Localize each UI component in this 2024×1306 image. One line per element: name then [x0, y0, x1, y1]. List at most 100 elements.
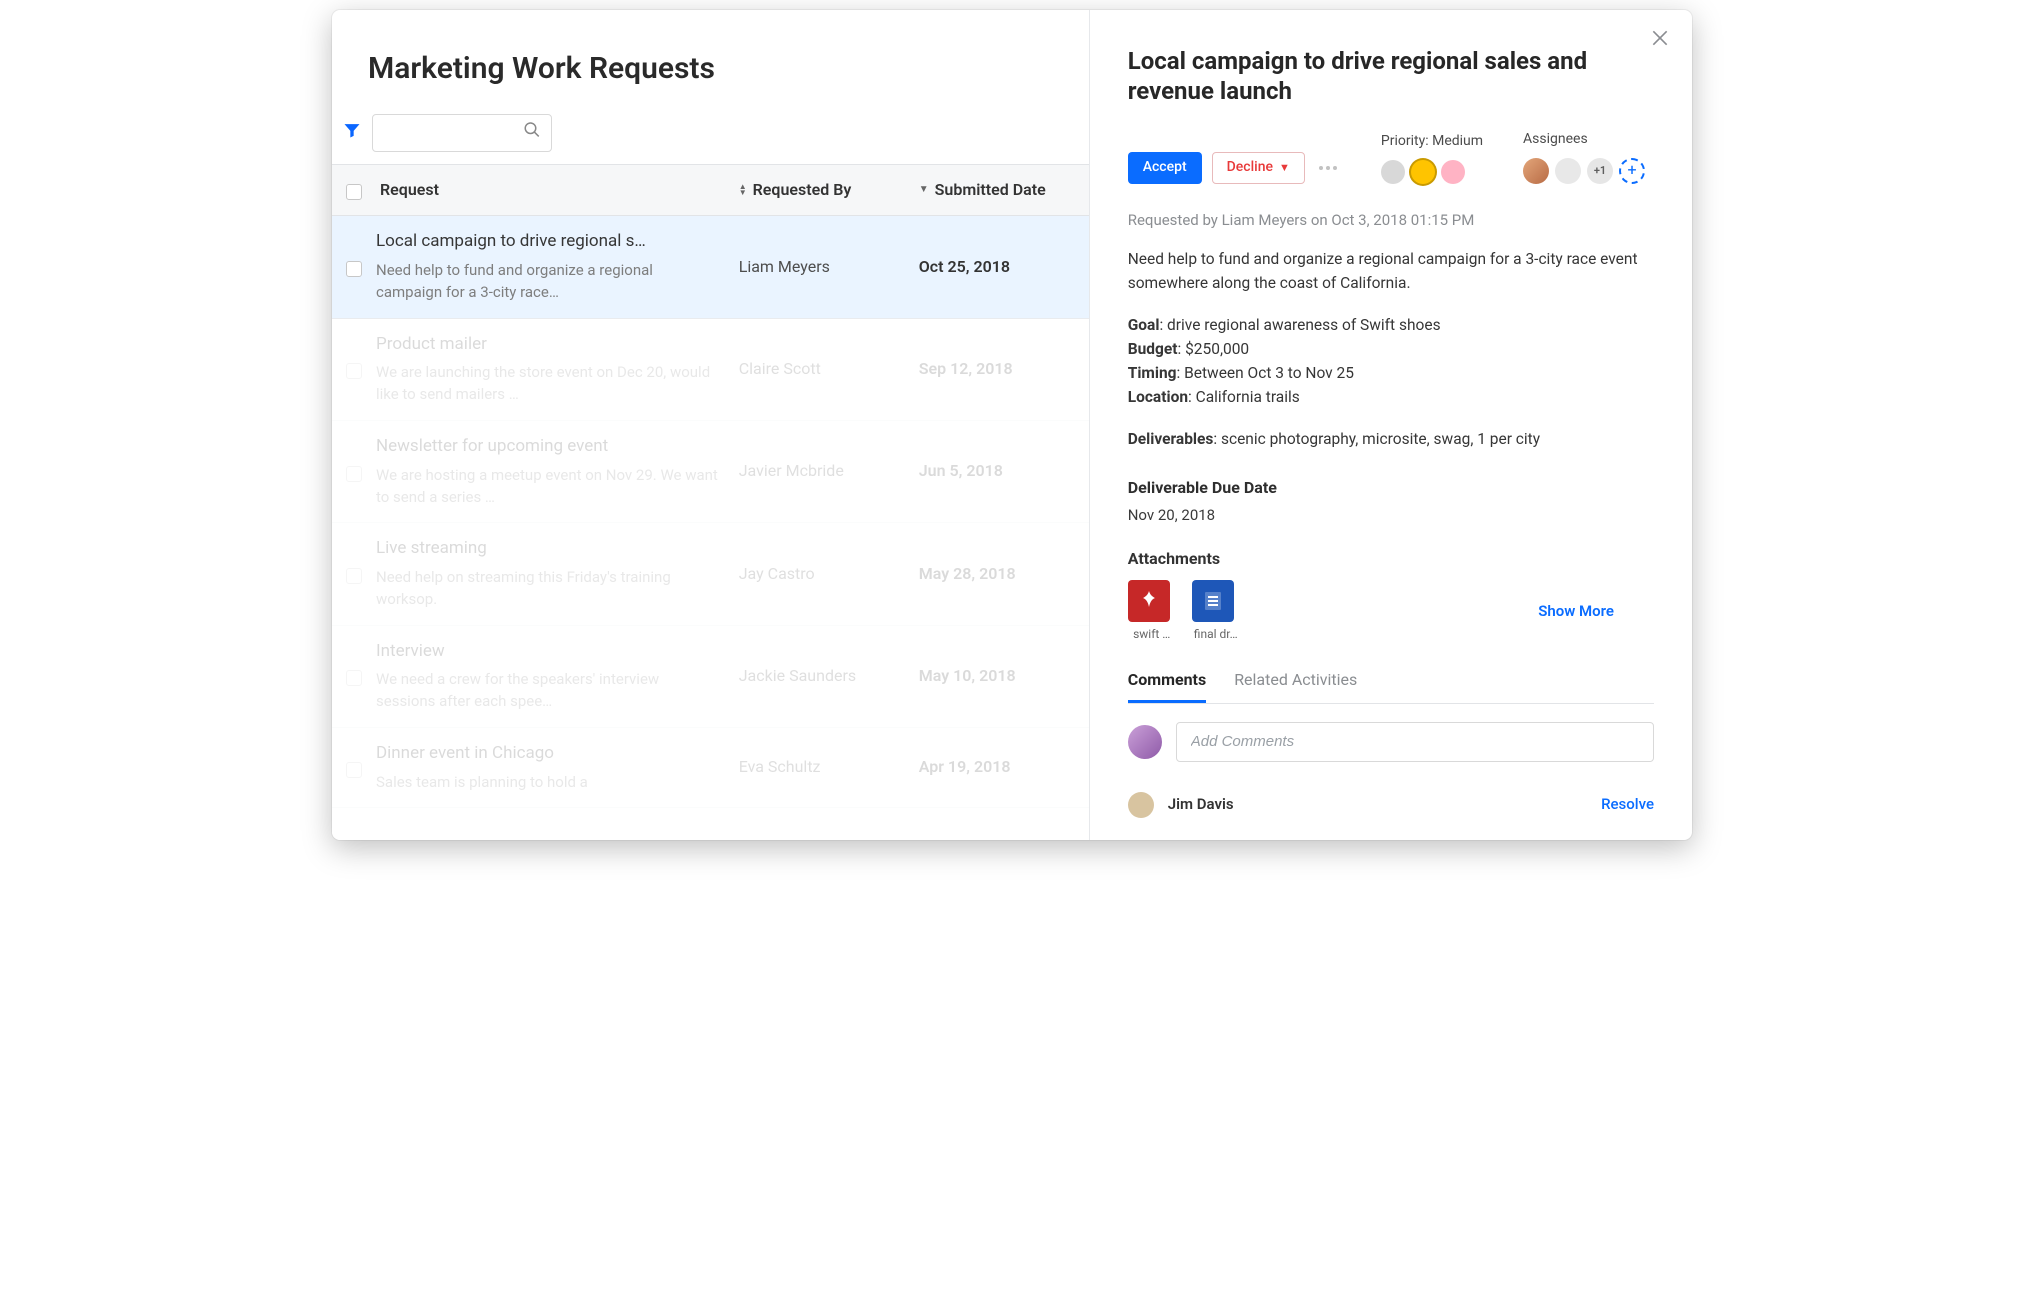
table-row[interactable]: Product mailer We are launching the stor… [332, 319, 1089, 421]
comment-input-row [1128, 722, 1654, 762]
close-icon[interactable] [1650, 28, 1670, 55]
more-icon[interactable] [1315, 166, 1341, 170]
goal-value: : drive regional awareness of Swift shoe… [1159, 316, 1440, 334]
budget-label: Budget [1128, 340, 1178, 358]
request-date: Sep 12, 2018 [919, 358, 1089, 380]
sort-desc-icon: ▼ [919, 187, 929, 193]
request-title: Local campaign to drive regional s… [376, 230, 719, 260]
column-requested-by-label: Requested By [753, 179, 852, 201]
show-more-link[interactable]: Show More [1538, 601, 1654, 622]
request-by: Jay Castro [739, 563, 919, 585]
requests-pane: Marketing Work Requests Request ▲▼ Reque… [332, 10, 1089, 840]
column-requested-by[interactable]: ▲▼ Requested By [739, 179, 919, 201]
attachments-row: swift … final dr… Show More [1128, 580, 1654, 643]
request-desc: Sales team is planning to hold a [376, 772, 719, 794]
column-request[interactable]: Request [376, 179, 739, 201]
request-by: Eva Schultz [739, 756, 919, 778]
request-date: May 10, 2018 [919, 665, 1089, 687]
request-desc: Need help to fund and organize a regiona… [376, 260, 719, 304]
location-value: : California trails [1188, 388, 1300, 406]
table-row[interactable]: Live streaming Need help on streaming th… [332, 523, 1089, 625]
select-all-checkbox[interactable] [346, 184, 362, 200]
priority-medium-icon[interactable] [1411, 160, 1435, 184]
attachments-label: Attachments [1128, 548, 1654, 570]
table-row[interactable]: Local campaign to drive regional s… Need… [332, 216, 1089, 318]
accept-button[interactable]: Accept [1128, 152, 1202, 184]
due-date-label: Deliverable Due Date [1128, 477, 1654, 499]
assignees-label: Assignees [1523, 130, 1645, 150]
word-icon [1192, 580, 1234, 622]
detail-tabs: Comments Related Activities [1128, 669, 1654, 703]
pdf-icon [1128, 580, 1170, 622]
row-checkbox[interactable] [346, 762, 362, 778]
resolve-link[interactable]: Resolve [1601, 794, 1654, 815]
detail-title: Local campaign to drive regional sales a… [1128, 46, 1654, 106]
attachment-item[interactable]: final dr… [1192, 580, 1240, 643]
avatar-overflow[interactable]: +1 [1587, 158, 1613, 184]
attachment-item[interactable]: swift … [1128, 580, 1176, 643]
request-date: May 28, 2018 [919, 563, 1089, 585]
avatar[interactable] [1523, 158, 1549, 184]
current-user-avatar [1128, 725, 1162, 759]
comment-thread: Jim Davis Resolve [1128, 792, 1654, 818]
budget-value: : $250,000 [1178, 340, 1250, 358]
deliverables-label: Deliverables [1128, 430, 1214, 448]
due-date-value: Nov 20, 2018 [1128, 505, 1654, 526]
tab-related-activities[interactable]: Related Activities [1234, 669, 1357, 702]
tab-comments[interactable]: Comments [1128, 669, 1206, 702]
priority-low-icon[interactable] [1381, 160, 1405, 184]
priority-label: Priority: Medium [1381, 132, 1483, 152]
assignees-avatars: +1 + [1523, 158, 1645, 184]
commenter-name: Jim Davis [1168, 794, 1234, 815]
add-assignee-button[interactable]: + [1619, 158, 1645, 184]
request-list: Local campaign to drive regional s… Need… [332, 216, 1089, 808]
row-checkbox[interactable] [346, 670, 362, 686]
priority-high-icon[interactable] [1441, 160, 1465, 184]
request-desc: We need a crew for the speakers' intervi… [376, 669, 719, 713]
avatar[interactable] [1555, 158, 1581, 184]
request-by: Javier Mcbride [739, 460, 919, 482]
location-label: Location [1128, 388, 1188, 406]
priority-block: Priority: Medium [1381, 132, 1483, 184]
request-title: Interview [376, 640, 719, 670]
search-box[interactable] [372, 114, 552, 152]
row-checkbox[interactable] [346, 568, 362, 584]
column-submitted-date[interactable]: ▼ Submitted Date [919, 179, 1089, 201]
chevron-down-icon: ▼ [1279, 160, 1290, 175]
request-desc: Need help on streaming this Friday's tra… [376, 567, 719, 611]
priority-dots[interactable] [1381, 160, 1483, 184]
commenter-avatar [1128, 792, 1154, 818]
table-header: Request ▲▼ Requested By ▼ Submitted Date [332, 164, 1089, 216]
request-title: Live streaming [376, 537, 719, 567]
body-intro: Need help to fund and organize a regiona… [1128, 247, 1654, 295]
comment-input[interactable] [1176, 722, 1654, 762]
filter-icon[interactable] [342, 120, 362, 147]
timing-label: Timing [1128, 364, 1177, 382]
table-row[interactable]: Interview We need a crew for the speaker… [332, 626, 1089, 728]
table-row[interactable]: Newsletter for upcoming event We are hos… [332, 421, 1089, 523]
request-by: Jackie Saunders [739, 665, 919, 687]
request-desc: We are hosting a meetup event on Nov 29.… [376, 465, 719, 509]
column-submitted-date-label: Submitted Date [935, 179, 1046, 201]
assignees-block: Assignees +1 + [1523, 130, 1645, 184]
row-checkbox[interactable] [346, 261, 362, 277]
column-request-label: Request [380, 179, 439, 201]
timing-value: : Between Oct 3 to Nov 25 [1177, 364, 1354, 382]
detail-body: Need help to fund and organize a regiona… [1128, 247, 1654, 451]
request-by: Liam Meyers [739, 256, 919, 278]
request-date: Oct 25, 2018 [919, 256, 1089, 278]
app-window: Marketing Work Requests Request ▲▼ Reque… [332, 10, 1692, 840]
request-title: Newsletter for upcoming event [376, 435, 719, 465]
table-row[interactable]: Dinner event in Chicago Sales team is pl… [332, 728, 1089, 809]
row-checkbox[interactable] [346, 466, 362, 482]
detail-pane: Local campaign to drive regional sales a… [1089, 10, 1692, 840]
decline-button-label: Decline [1227, 158, 1273, 178]
requested-meta: Requested by Liam Meyers on Oct 3, 2018 … [1128, 210, 1654, 231]
sort-icon: ▲▼ [739, 184, 747, 196]
deliverables-value: : scenic photography, microsite, swag, 1… [1213, 430, 1540, 448]
row-checkbox[interactable] [346, 363, 362, 379]
request-desc: We are launching the store event on Dec … [376, 362, 719, 406]
request-by: Claire Scott [739, 358, 919, 380]
decline-button[interactable]: Decline ▼ [1212, 152, 1305, 184]
request-title: Product mailer [376, 333, 719, 363]
